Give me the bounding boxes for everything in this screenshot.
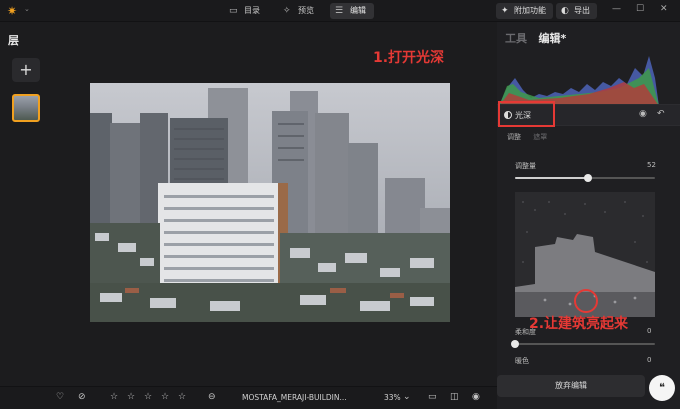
top-bar: ✷ ⌄ ▭ 目录 ✧ 预览 ☰ 编辑 ✦ 附加功能 ◐ 导出 — ☐ ✕ — [0, 0, 680, 22]
slider-knob[interactable] — [583, 174, 592, 182]
app-logo-icon[interactable]: ✷ — [7, 4, 21, 18]
zoom-level[interactable]: 33% — [384, 393, 401, 402]
close-icon[interactable]: ✕ — [660, 4, 668, 14]
maximize-icon[interactable]: ☐ — [636, 4, 644, 14]
zoom-out-icon[interactable]: ⊖ — [208, 392, 216, 402]
subtab-mask[interactable]: 遮罩 — [533, 132, 547, 142]
layer-thumbnail[interactable] — [12, 94, 40, 122]
eye-icon[interactable]: ◉ — [472, 392, 480, 402]
slider-softness[interactable] — [511, 340, 655, 348]
heart-icon[interactable]: ♡ — [56, 392, 64, 402]
annotation-step2: 2.让建筑亮起来 — [529, 316, 629, 332]
photo-canvas[interactable] — [90, 83, 450, 322]
slider-value-warmth: 0 — [647, 356, 652, 364]
tab-catalog[interactable]: ▭ 目录 — [224, 3, 268, 19]
tab-preview[interactable]: ✧ 预览 — [278, 3, 322, 19]
subtab-adjust[interactable]: 调整 — [507, 132, 521, 142]
star-1-icon[interactable]: ☆ — [110, 392, 118, 402]
undo-icon[interactable]: ↶ — [657, 109, 665, 119]
slider-value-amount: 52 — [647, 161, 656, 169]
star-3-icon[interactable]: ☆ — [144, 392, 152, 402]
star-4-icon[interactable]: ☆ — [161, 392, 169, 402]
slider-knob[interactable] — [511, 340, 519, 348]
slider-fill — [515, 177, 588, 179]
chat-icon[interactable]: ❝ — [649, 375, 675, 401]
eye-icon[interactable]: ◉ — [639, 109, 647, 119]
plus-sparkle-icon: ✦ — [501, 6, 509, 16]
star-2-icon[interactable]: ☆ — [127, 392, 135, 402]
add-layer-button[interactable]: + — [12, 58, 40, 82]
sliders-icon: ☰ — [335, 6, 344, 16]
export-button[interactable]: ◐ 导出 — [556, 3, 597, 19]
tab-edit[interactable]: ☰ 编辑 — [330, 3, 374, 19]
slider-amount[interactable] — [515, 174, 655, 182]
chevron-down-icon[interactable]: ⌄ — [403, 392, 411, 402]
chevron-down-icon[interactable]: ⌄ — [24, 5, 30, 13]
layers-title: 层 — [8, 34, 19, 47]
annotation-step1: 1.打开光深 — [373, 50, 445, 66]
panel-tabs: 工具 编辑* — [505, 30, 574, 46]
right-panel: 工具 编辑* 光深 ◉ ↶ 调整 遮罩 调整量 52 柔和度 0 暖色 0 放弃… — [497, 22, 680, 409]
minimize-icon[interactable]: — — [612, 4, 621, 14]
sparkle-icon: ✧ — [283, 6, 291, 16]
addon-button[interactable]: ✦ 附加功能 — [496, 3, 553, 19]
file-name: MOSTAFA_MERAJI-BUILDIN... — [242, 393, 347, 402]
star-5-icon[interactable]: ☆ — [178, 392, 186, 402]
compare-icon[interactable]: ◫ — [450, 392, 459, 402]
slider-label-amount: 调整量 — [515, 162, 536, 170]
annotation-highlight-circle — [574, 289, 598, 313]
annotation-highlight-box — [498, 101, 555, 127]
subtabs: 调整 遮罩 — [507, 132, 557, 142]
slider-value-softness: 0 — [647, 327, 652, 335]
tab-edits[interactable]: 编辑* — [539, 30, 567, 46]
fit-screen-icon[interactable]: ▭ — [428, 392, 437, 402]
reject-icon[interactable]: ⊘ — [78, 392, 86, 402]
histogram — [499, 56, 659, 106]
slider-label-warmth: 暖色 — [515, 357, 529, 365]
folder-icon: ▭ — [229, 6, 238, 16]
city-photo — [90, 83, 450, 322]
bottom-bar: ♡ ⊘ ☆ ☆ ☆ ☆ ☆ ⊖ MOSTAFA_MERAJI-BUILDIN..… — [0, 386, 497, 409]
export-icon: ◐ — [561, 6, 569, 16]
tab-tools[interactable]: 工具 — [505, 30, 527, 46]
discard-edits-button[interactable]: 放弃编辑 — [497, 375, 645, 397]
